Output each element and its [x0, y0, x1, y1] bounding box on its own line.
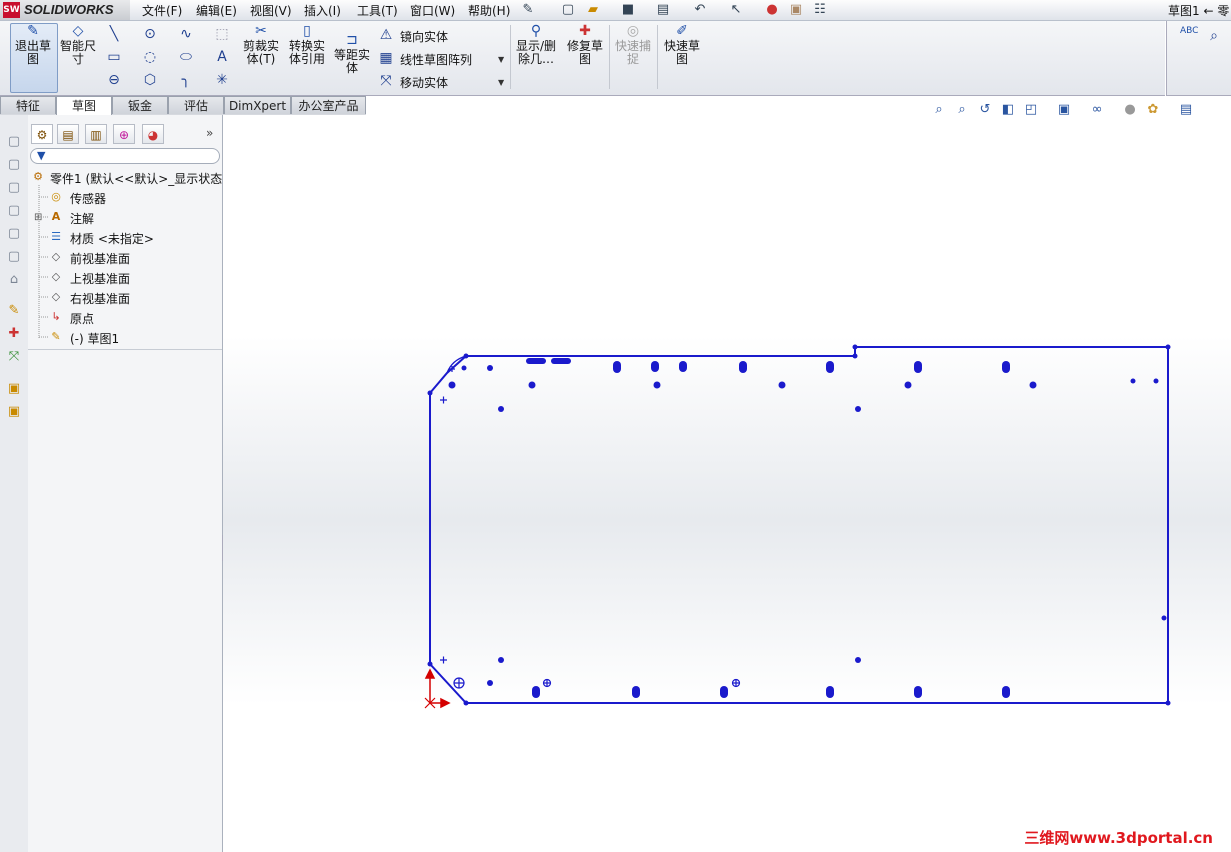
- sketch-holes: [427, 344, 1171, 706]
- sketch-markers: [440, 366, 741, 689]
- sketch-drawing: [424, 344, 1171, 709]
- watermark-text: 三维网www.3dportal.cn: [1024, 829, 1213, 847]
- sketch-outline: [429, 346, 1169, 704]
- origin-marker: [424, 668, 451, 709]
